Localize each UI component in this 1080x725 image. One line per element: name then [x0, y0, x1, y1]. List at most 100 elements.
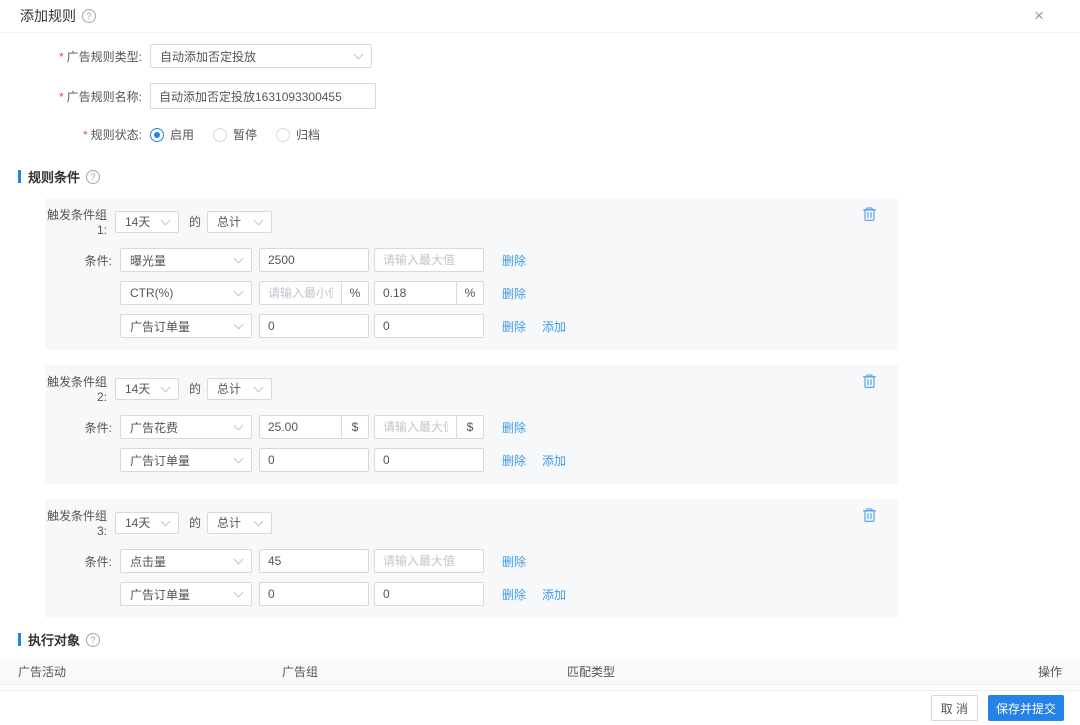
required-mark: * [83, 128, 88, 142]
rule-type-label-text: 广告规则类型: [67, 50, 142, 64]
min-input-group: % [259, 281, 369, 305]
chevron-down-icon [234, 287, 244, 297]
unit-addon: $ [341, 416, 368, 438]
metric-select[interactable]: 曝光量 [120, 248, 252, 272]
delete-condition-link[interactable]: 删除 [502, 586, 526, 603]
rule-status-radio-group: 启用 暂停 归档 [150, 126, 339, 143]
period-select[interactable]: 14天 [115, 378, 179, 400]
condition-row: 条件: 曝光量 删除 [45, 248, 898, 272]
max-value-input[interactable] [374, 582, 484, 606]
min-input-wrap [259, 448, 369, 472]
radio-status-enable[interactable]: 启用 [150, 126, 194, 143]
min-value-input[interactable] [259, 248, 369, 272]
add-condition-link[interactable]: 添加 [542, 586, 566, 603]
condition-row: 广告订单量 删除 添加 [45, 448, 898, 472]
metric-value: CTR(%) [130, 286, 173, 300]
radio-status-archive[interactable]: 归档 [276, 126, 320, 143]
chevron-down-icon [161, 215, 171, 225]
metric-select[interactable]: 广告花费 [120, 415, 252, 439]
condition-row: 广告订单量 删除 添加 [45, 314, 898, 338]
rule-type-value: 自动添加否定投放 [160, 48, 256, 65]
radio-icon [276, 128, 290, 142]
metric-select[interactable]: 广告订单量 [120, 448, 252, 472]
min-value-input[interactable] [260, 416, 341, 438]
unit-addon: % [456, 282, 483, 304]
period-value: 14天 [125, 380, 150, 397]
min-input-wrap [259, 549, 369, 573]
max-input-group: % [374, 281, 484, 305]
rule-status-label: *规则状态: [0, 126, 150, 143]
metric-select[interactable]: 广告订单量 [120, 582, 252, 606]
metric-value: 广告花费 [130, 419, 178, 436]
help-icon[interactable]: ? [86, 170, 100, 184]
rule-name-row: *广告规则名称: [0, 83, 1080, 109]
chevron-down-icon [234, 454, 244, 464]
min-value-input[interactable] [259, 448, 369, 472]
max-value-input[interactable] [374, 549, 484, 573]
help-icon[interactable]: ? [82, 9, 96, 23]
metric-value: 广告订单量 [130, 586, 190, 603]
delete-group-button[interactable] [862, 507, 877, 523]
period-select[interactable]: 14天 [115, 211, 179, 233]
period-select[interactable]: 14天 [115, 512, 179, 534]
metric-select[interactable]: 广告订单量 [120, 314, 252, 338]
rule-name-input[interactable] [150, 83, 376, 109]
max-input-wrap [374, 314, 484, 338]
close-icon[interactable]: × [1034, 7, 1044, 24]
add-condition-link[interactable]: 添加 [542, 318, 566, 335]
max-value-input[interactable] [374, 314, 484, 338]
unit-addon: $ [456, 416, 483, 438]
aggregate-select[interactable]: 总计 [207, 211, 272, 233]
required-mark: * [59, 50, 64, 64]
condition-groups: 触发条件组1: 14天 的 总计 条件: 曝光量 [0, 198, 1080, 618]
submit-button[interactable]: 保存并提交 [988, 695, 1064, 721]
metric-select[interactable]: CTR(%) [120, 281, 252, 305]
header-campaign: 广告活动 [0, 663, 282, 680]
delete-condition-link[interactable]: 删除 [502, 285, 526, 302]
min-input-group: $ [259, 415, 369, 439]
max-value-input[interactable] [375, 416, 456, 438]
delete-condition-link[interactable]: 删除 [502, 419, 526, 436]
aggregate-select[interactable]: 总计 [207, 378, 272, 400]
trigger-group-label: 触发条件组1: [45, 206, 115, 237]
delete-condition-link[interactable]: 删除 [502, 452, 526, 469]
modal-footer: 取 消 保存并提交 [0, 690, 1080, 725]
condition-label: 条件: [45, 419, 120, 436]
of-label: 的 [189, 213, 201, 230]
delete-group-button[interactable] [862, 206, 877, 222]
radio-icon [213, 128, 227, 142]
delete-condition-link[interactable]: 删除 [502, 252, 526, 269]
delete-condition-link[interactable]: 删除 [502, 318, 526, 335]
max-value-input[interactable] [374, 248, 484, 272]
targets-section-title: 执行对象 ? [18, 630, 1080, 649]
min-value-input[interactable] [260, 282, 341, 304]
rule-name-label-text: 广告规则名称: [67, 90, 142, 104]
targets-title-text: 执行对象 [28, 630, 80, 649]
rule-name-label: *广告规则名称: [0, 88, 150, 105]
condition-group-1: 触发条件组1: 14天 的 总计 条件: 曝光量 [45, 198, 898, 350]
condition-group-2: 触发条件组2: 14天 的 总计 条件: 广告花费 $ [45, 365, 898, 484]
max-input-wrap [374, 448, 484, 472]
rule-type-select[interactable]: 自动添加否定投放 [150, 44, 372, 68]
help-icon[interactable]: ? [86, 633, 100, 647]
header-match-type: 匹配类型 [567, 663, 1018, 680]
min-value-input[interactable] [259, 549, 369, 573]
header-adgroup: 广告组 [282, 663, 567, 680]
trigger-row: 触发条件组1: 14天 的 总计 [45, 206, 898, 237]
radio-status-pause[interactable]: 暂停 [213, 126, 257, 143]
condition-label: 条件: [45, 252, 120, 269]
of-label: 的 [189, 514, 201, 531]
cancel-button[interactable]: 取 消 [931, 695, 978, 721]
add-condition-link[interactable]: 添加 [542, 452, 566, 469]
max-value-input[interactable] [375, 282, 456, 304]
max-value-input[interactable] [374, 448, 484, 472]
aggregate-value: 总计 [217, 514, 241, 531]
max-input-wrap [374, 248, 484, 272]
delete-group-button[interactable] [862, 373, 877, 389]
metric-select[interactable]: 点击量 [120, 549, 252, 573]
aggregate-select[interactable]: 总计 [207, 512, 272, 534]
section-bar [18, 170, 21, 183]
min-value-input[interactable] [259, 314, 369, 338]
min-value-input[interactable] [259, 582, 369, 606]
delete-condition-link[interactable]: 删除 [502, 553, 526, 570]
